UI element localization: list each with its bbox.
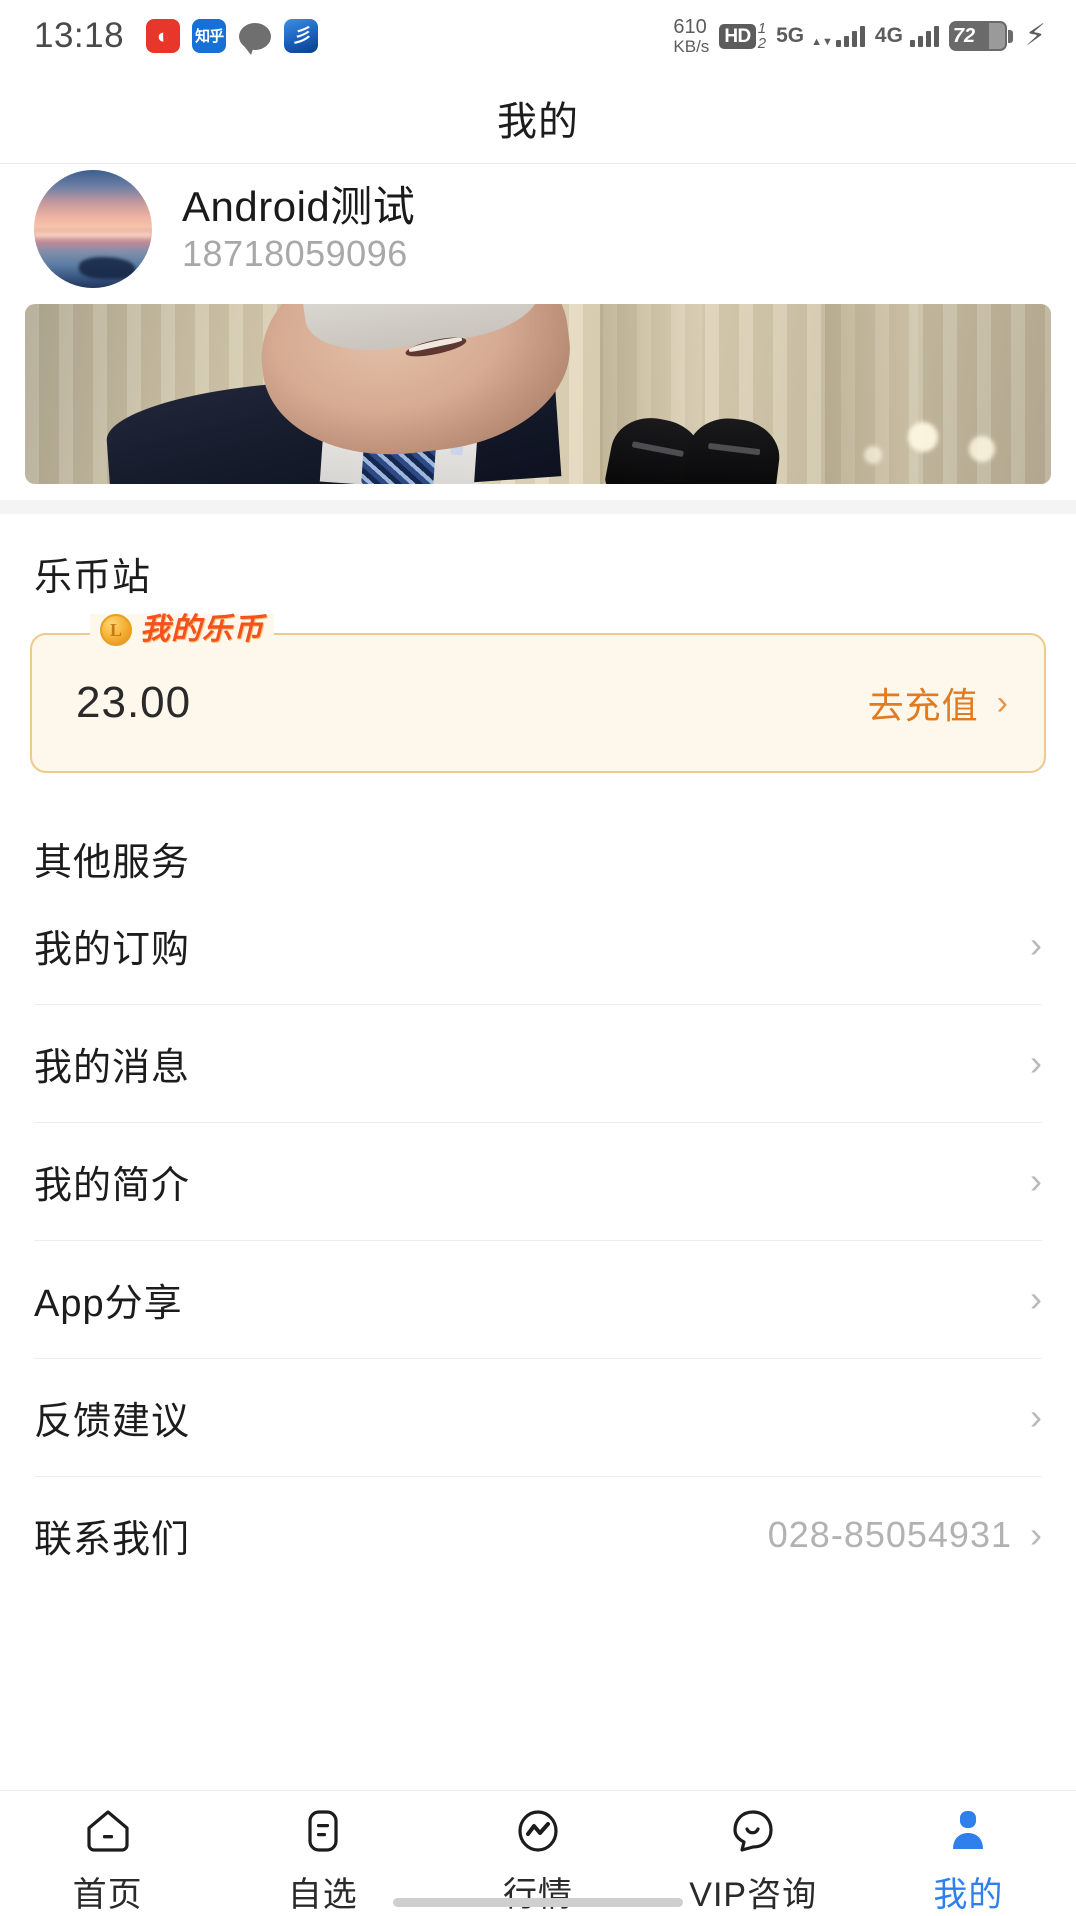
- chevron-right-icon: ›: [1030, 1278, 1042, 1319]
- message-bubble-icon: [238, 19, 272, 55]
- tab-quotes-label: 行情: [503, 1876, 573, 1914]
- list-item-my-orders[interactable]: 我的订购 ›: [34, 886, 1042, 1004]
- bottom-tab-bar: 首页 自选 行情 VIP咨询 我的: [0, 1790, 1076, 1916]
- battery-icon: 72: [948, 21, 1013, 51]
- house-icon: [83, 1805, 133, 1857]
- list-item-right: ›: [1012, 1045, 1042, 1081]
- message-bubble-icon-shape: [239, 22, 272, 55]
- list-item-label: 我的订购: [34, 928, 191, 971]
- banner-bokeh-light-1: [908, 421, 939, 452]
- chevron-right-icon: ›: [1030, 1396, 1042, 1437]
- list-item-label: 反馈建议: [34, 1400, 191, 1443]
- section-divider: [0, 500, 1076, 514]
- app-screen: 13:18 ◐ 知乎 彡 610 KB/s HD 1 2 5G ▲▼ 4G 72…: [0, 0, 1076, 1916]
- signal-4g-icon: 4G: [875, 25, 939, 47]
- tab-mine-label: 我的: [933, 1876, 1004, 1914]
- hd-sim-slots: 1 2: [758, 21, 766, 51]
- hd-voice-icon-label: HD: [719, 23, 756, 49]
- list-item-label: 我的消息: [34, 1046, 191, 1089]
- profile-name: Android测试: [182, 183, 416, 231]
- zhihu-icon: 知乎: [192, 19, 227, 53]
- tab-mine[interactable]: 我的: [861, 1805, 1076, 1916]
- chat-smile-icon: [728, 1805, 778, 1857]
- blue-app-icon: 彡: [284, 19, 319, 53]
- tab-home[interactable]: 首页: [0, 1805, 215, 1916]
- network-speed-value: 610: [673, 16, 707, 39]
- battery-icon-body: 72: [948, 21, 1007, 51]
- list-item-contact-us[interactable]: 联系我们 028-85054931 ›: [34, 1476, 1042, 1594]
- tab-vip-label: VIP咨询: [689, 1876, 818, 1914]
- banner-bokeh-light-3: [863, 446, 882, 465]
- banner-container: [0, 294, 1076, 484]
- list-item-feedback[interactable]: 反馈建议 ›: [34, 1358, 1042, 1476]
- page-title: 我的: [497, 99, 579, 144]
- list-item-my-profile[interactable]: 我的简介 ›: [34, 1122, 1042, 1240]
- recharge-button-label: 去充值: [867, 685, 979, 726]
- list-item-app-share[interactable]: App分享 ›: [34, 1240, 1042, 1358]
- list-item-right: ›: [1012, 927, 1042, 963]
- profile-row[interactable]: Android测试 18718059096: [0, 164, 1076, 294]
- status-time: 13:18: [34, 16, 125, 55]
- list-item-right: ›: [1012, 1281, 1042, 1317]
- chevron-right-icon: ›: [1030, 1514, 1042, 1555]
- signal-4g-bars: [909, 25, 939, 47]
- battery-level-label: 72: [952, 25, 976, 47]
- recharge-button[interactable]: 去充值 ›: [868, 677, 1008, 729]
- chevron-right-icon: ›: [996, 684, 1008, 722]
- page-header: 我的: [0, 72, 1076, 164]
- coin-section-title: 乐币站: [34, 557, 152, 599]
- list-item-right: ›: [1012, 1399, 1042, 1435]
- coin-badge: L 我的乐币: [90, 614, 274, 646]
- coin-icon-letter: L: [109, 620, 122, 640]
- signal-5g-label: 5G: [776, 24, 805, 47]
- signal-5g-bars: [835, 25, 865, 47]
- chevron-right-icon: ›: [1030, 924, 1042, 965]
- news-banner[interactable]: [25, 304, 1051, 484]
- services-section-title: 其他服务: [34, 842, 191, 884]
- profile-info: Android测试 18718059096: [182, 183, 416, 275]
- list-item-my-messages[interactable]: 我的消息 ›: [34, 1004, 1042, 1122]
- status-bar: 13:18 ◐ 知乎 彡 610 KB/s HD 1 2 5G ▲▼ 4G 72…: [0, 0, 1076, 72]
- chevron-right-icon: ›: [1030, 1160, 1042, 1201]
- list-square-icon: [298, 1805, 348, 1857]
- hd-voice-icon: HD 1 2: [719, 21, 766, 51]
- data-transfer-arrows-icon: ▲▼: [811, 35, 833, 48]
- status-indicators: 610 KB/s HD 1 2 5G ▲▼ 4G 72 ⚡: [673, 17, 1046, 55]
- avatar[interactable]: [34, 170, 152, 288]
- profile-phone: 18718059096: [182, 233, 408, 275]
- network-speed-unit: KB/s: [673, 36, 710, 56]
- person-icon: [943, 1805, 993, 1857]
- home-indicator: [393, 1898, 683, 1907]
- banner-bokeh-light-2: [968, 436, 995, 463]
- coin-badge-label: 我的乐币: [140, 613, 264, 646]
- status-app-icons: ◐ 知乎 彡: [146, 19, 319, 55]
- coin-icon: L: [100, 614, 132, 646]
- coin-card[interactable]: L 我的乐币 23.00 去充值 ›: [30, 614, 1046, 773]
- signal-5g-icon: 5G ▲▼: [776, 25, 865, 47]
- netease-music-icon: ◐: [146, 19, 181, 53]
- contact-phone-value: 028-85054931: [767, 1514, 1012, 1555]
- network-speed-indicator: 610 KB/s: [673, 17, 709, 55]
- list-item-right: 028-85054931 ›: [768, 1514, 1042, 1556]
- sim-slot-2: 2: [757, 35, 767, 52]
- sim-slot-1: 1: [757, 20, 767, 37]
- signal-4g-label: 4G: [874, 24, 903, 47]
- list-item-label: 联系我们: [34, 1518, 191, 1561]
- charging-bolt-icon: ⚡: [1024, 19, 1046, 52]
- battery-icon-cap: [1007, 29, 1013, 43]
- services-list: 我的订购 › 我的消息 › 我的简介 › App分享 › 反馈建议 › 联系我们…: [0, 886, 1076, 1594]
- coin-card-container: L 我的乐币 23.00 去充值 ›: [0, 601, 1076, 773]
- tab-watchlist-label: 自选: [287, 1876, 358, 1914]
- coin-balance: 23.00: [76, 678, 192, 727]
- tab-home-label: 首页: [72, 1876, 143, 1914]
- chevron-right-icon: ›: [1030, 1042, 1042, 1083]
- netease-music-icon-glyph: ◐: [156, 24, 170, 48]
- list-item-label: 我的简介: [34, 1164, 191, 1207]
- list-item-right: ›: [1012, 1163, 1042, 1199]
- zhihu-icon-glyph: 知乎: [195, 27, 224, 45]
- chart-circle-icon: [513, 1805, 563, 1857]
- battery-icon-fill: [988, 23, 1005, 49]
- blue-app-icon-glyph: 彡: [291, 25, 311, 47]
- list-item-label: App分享: [34, 1282, 183, 1325]
